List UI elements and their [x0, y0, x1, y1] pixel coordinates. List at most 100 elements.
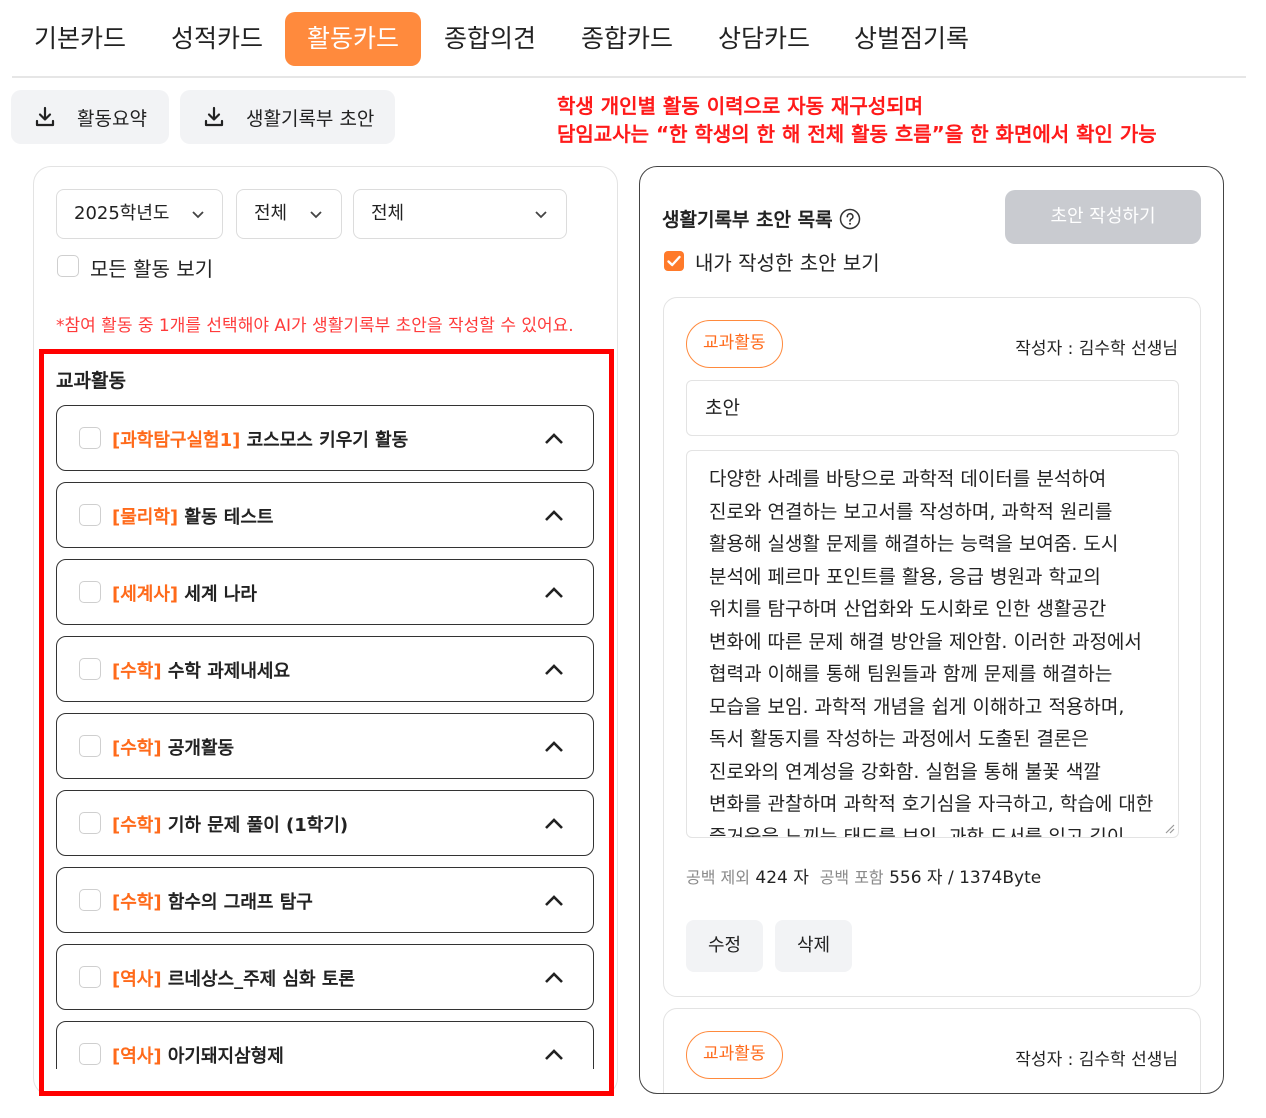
filter-select-3-value: 전체: [371, 203, 405, 224]
activity-title: 기하 문제 풀이 (1학기): [167, 815, 349, 836]
activity-item[interactable]: [물리학] 활동 테스트: [56, 482, 594, 548]
activity-title: 활동 테스트: [184, 507, 274, 528]
activity-title: 코스모스 키우기 활동: [246, 430, 409, 451]
activity-checkbox[interactable]: [79, 889, 101, 911]
activity-subject: [역사]: [112, 969, 162, 990]
annotation-notice: 학생 개인별 활동 이력으로 자동 재구성되며 담임교사는 “한 학생의 한 해…: [557, 92, 1157, 148]
chevron-up-icon[interactable]: [543, 428, 565, 450]
activity-subject: [수학]: [112, 738, 162, 759]
activity-checkbox[interactable]: [79, 427, 101, 449]
activity-summary-label: 활동요약: [77, 107, 147, 130]
count-incl-value: 556 자 / 1374Byte: [889, 868, 1042, 888]
draft-list-title-text: 생활기록부 초안 목록: [662, 209, 833, 231]
activity-item[interactable]: [수학] 공개활동: [56, 713, 594, 779]
chevron-down-icon: [310, 211, 322, 219]
chevron-down-icon: [192, 211, 204, 219]
activity-subject: [물리학]: [112, 507, 179, 528]
tab-basic-card[interactable]: 기본카드: [12, 12, 148, 66]
chevron-up-icon[interactable]: [543, 967, 565, 989]
edit-button[interactable]: 수정: [686, 920, 764, 972]
mine-only-label: 내가 작성한 초안 보기: [695, 251, 880, 275]
activity-item[interactable]: [역사] 아기돼지삼형제: [56, 1021, 594, 1069]
draft-author: 작성자 : 김수학 선생님: [1015, 339, 1178, 359]
show-all-label: 모든 활동 보기: [90, 257, 214, 281]
filter-select-2-value: 전체: [254, 203, 288, 224]
activity-item[interactable]: [수학] 기하 문제 풀이 (1학기): [56, 790, 594, 856]
year-select-value: 2025학년도: [74, 203, 170, 224]
activity-subject: [수학]: [112, 892, 162, 913]
draft-card: 교과활동 작성자 : 김수학 선생님 초안 다양한 사례를 바탕으로 과학적 데…: [663, 297, 1201, 997]
count-incl-label: 공백 포함: [819, 868, 884, 887]
show-all-checkbox[interactable]: [57, 255, 79, 277]
activity-item[interactable]: [과학탐구실험1] 코스모스 키우기 활동: [56, 405, 594, 471]
download-icon: [204, 106, 224, 127]
check-icon: [667, 255, 681, 267]
activity-title: 공개활동: [167, 738, 235, 759]
help-icon[interactable]: [839, 208, 861, 230]
tab-reward-penalty[interactable]: 상벌점기록: [832, 12, 991, 66]
filter-select-2[interactable]: 전체: [236, 189, 342, 239]
activity-subject: [과학탐구실험1]: [112, 430, 241, 451]
activity-type-badge: 교과활동: [686, 1031, 783, 1079]
draft-text: 다양한 사례를 바탕으로 과학적 데이터를 분석하여 진로와 연결하는 보고서를…: [709, 468, 1154, 838]
activity-item[interactable]: [수학] 함수의 그래프 탐구: [56, 867, 594, 933]
delete-button[interactable]: 삭제: [775, 920, 853, 972]
activity-summary-button[interactable]: 활동요약: [11, 90, 169, 144]
activity-item[interactable]: [세계사] 세계 나라: [56, 559, 594, 625]
activity-title: 르네상스_주제 심화 토론: [167, 969, 355, 990]
tab-counseling-card[interactable]: 상담카드: [696, 12, 832, 66]
character-count: 공백 제외 424 자 공백 포함 556 자 / 1374Byte: [686, 863, 1041, 888]
activity-checkbox[interactable]: [79, 812, 101, 834]
tab-bar: 기본카드 성적카드 활동카드 종합의견 종합카드 상담카드 상벌점기록: [12, 12, 1246, 78]
selection-hint: *참여 활동 중 1개를 선택해야 AI가 생활기록부 초안을 작성할 수 있어…: [56, 316, 574, 336]
activity-subject: [수학]: [112, 661, 162, 682]
activity-checkbox[interactable]: [79, 504, 101, 526]
filter-select-3[interactable]: 전체: [353, 189, 567, 239]
chevron-up-icon[interactable]: [543, 1044, 565, 1066]
chevron-up-icon[interactable]: [543, 659, 565, 681]
activity-checkbox[interactable]: [79, 1043, 101, 1065]
year-select[interactable]: 2025학년도: [56, 189, 223, 239]
activity-list: [과학탐구실험1] 코스모스 키우기 활동 [물리학] 활동 테스트 [세계사]…: [44, 400, 609, 1069]
tab-grade-card[interactable]: 성적카드: [149, 12, 285, 66]
mine-only-checkbox[interactable]: [664, 251, 684, 271]
draft-card: 교과활동 작성자 : 김수학 선생님: [663, 1008, 1201, 1093]
resize-handle-icon[interactable]: [1163, 822, 1175, 834]
tab-overall-card[interactable]: 종합카드: [559, 12, 695, 66]
download-icon: [35, 106, 55, 127]
activity-checkbox[interactable]: [79, 581, 101, 603]
activity-subject: [세계사]: [112, 584, 179, 605]
section-title-subject-activities: 교과활동: [56, 370, 126, 392]
chevron-up-icon[interactable]: [543, 505, 565, 527]
activity-checkbox[interactable]: [79, 966, 101, 988]
activity-type-badge: 교과활동: [686, 320, 783, 368]
chevron-up-icon[interactable]: [543, 890, 565, 912]
chevron-up-icon[interactable]: [543, 736, 565, 758]
chevron-up-icon[interactable]: [543, 582, 565, 604]
activity-item[interactable]: [수학] 수학 과제내세요: [56, 636, 594, 702]
activity-subject: [역사]: [112, 1046, 162, 1067]
count-excl-value: 424 자: [755, 868, 809, 888]
draft-label-field: 초안: [686, 380, 1179, 436]
chevron-down-icon: [535, 211, 547, 219]
activity-title: 함수의 그래프 탐구: [167, 892, 313, 913]
write-draft-button[interactable]: 초안 작성하기: [1005, 190, 1201, 244]
record-draft-label: 생활기록부 초안: [246, 107, 375, 130]
draft-text-area[interactable]: 다양한 사례를 바탕으로 과학적 데이터를 분석하여 진로와 연결하는 보고서를…: [686, 450, 1179, 838]
activity-checkbox[interactable]: [79, 735, 101, 757]
activity-title: 아기돼지삼형제: [167, 1046, 284, 1067]
draft-author: 작성자 : 김수학 선생님: [1015, 1050, 1178, 1070]
draft-list-title: 생활기록부 초안 목록: [662, 205, 861, 232]
record-draft-download-button[interactable]: 생활기록부 초안: [180, 90, 395, 144]
activity-item[interactable]: [역사] 르네상스_주제 심화 토론: [56, 944, 594, 1010]
notice-line-2: 담임교사는 “한 학생의 한 해 전체 활동 흐름”을 한 화면에서 확인 가능: [557, 122, 1157, 146]
draft-list-panel: 생활기록부 초안 목록 초안 작성하기 내가 작성한 초안 보기 교과활동 작성…: [639, 166, 1224, 1094]
tab-activity-card[interactable]: 활동카드: [285, 12, 422, 66]
tab-overall-opinion[interactable]: 종합의견: [422, 12, 558, 66]
chevron-up-icon[interactable]: [543, 813, 565, 835]
activity-title: 세계 나라: [184, 584, 257, 605]
activity-checkbox[interactable]: [79, 658, 101, 680]
activity-title: 수학 과제내세요: [167, 661, 291, 682]
count-excl-label: 공백 제외: [686, 868, 750, 887]
notice-line-1: 학생 개인별 활동 이력으로 자동 재구성되며: [557, 94, 924, 118]
